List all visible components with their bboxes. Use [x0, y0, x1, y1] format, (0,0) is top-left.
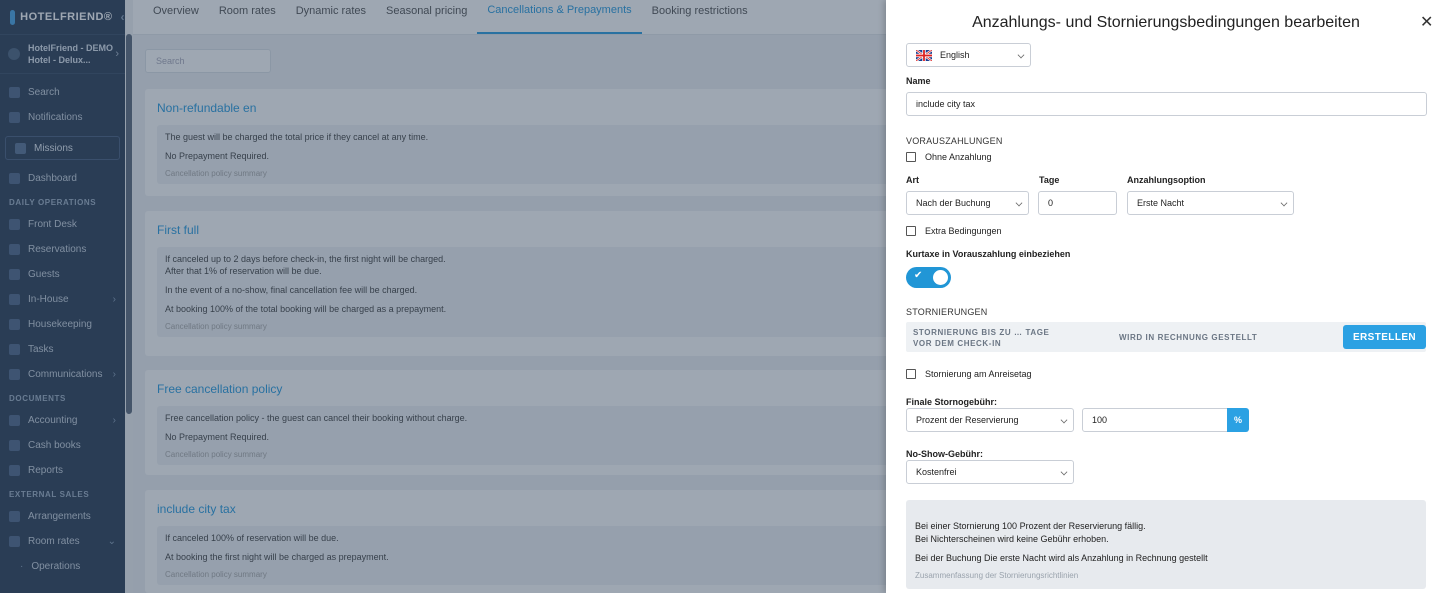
chevron-down-icon: [1015, 199, 1023, 207]
extra-conditions-checkbox-row[interactable]: Extra Bedingungen: [906, 226, 1002, 236]
art-label: Art: [906, 175, 919, 185]
days-input[interactable]: 0: [1038, 191, 1117, 215]
deposit-option-select[interactable]: Erste Nacht: [1127, 191, 1294, 215]
close-icon[interactable]: ✕: [1420, 12, 1433, 32]
final-fee-label: Finale Stornogebühr:: [906, 397, 997, 407]
modal-backdrop[interactable]: [0, 0, 886, 593]
arrival-day-label: Stornierung am Anreisetag: [925, 369, 1032, 379]
chevron-down-icon: [1280, 199, 1288, 207]
city-tax-toggle[interactable]: ✔: [906, 267, 951, 288]
summary-line: Bei einer Stornierung 100 Prozent der Re…: [915, 521, 1146, 531]
final-fee-type-value: Prozent der Reservierung: [916, 415, 1019, 425]
deposit-option-value: Erste Nacht: [1137, 198, 1185, 208]
final-fee-type-select[interactable]: Prozent der Reservierung: [906, 408, 1074, 432]
no-deposit-label: Ohne Anzahlung: [925, 152, 992, 162]
create-button[interactable]: ERSTELLEN: [1343, 325, 1426, 349]
summary-line: Bei Nichterscheinen wird keine Gebühr er…: [915, 534, 1109, 544]
check-icon: ✔: [914, 270, 923, 281]
final-fee-value-input[interactable]: 100: [1082, 408, 1229, 432]
uk-flag-icon: [916, 49, 932, 61]
summary-footer: Zusammenfassung der Stornierungsrichtlin…: [915, 571, 1079, 580]
extra-conditions-checkbox[interactable]: [906, 226, 916, 236]
prepayments-section-title: VORAUSZAHLUNGEN: [906, 136, 1003, 146]
column-header-charged: WIRD IN RECHNUNG GESTELLT: [1119, 333, 1258, 342]
language-value: English: [940, 50, 970, 60]
arrival-day-checkbox-row[interactable]: Stornierung am Anreisetag: [906, 369, 1032, 379]
language-select[interactable]: English: [906, 43, 1031, 67]
prepayment-type-value: Nach der Buchung: [916, 198, 991, 208]
chevron-down-icon: [1060, 416, 1068, 424]
toggle-knob: [933, 270, 948, 285]
summary-line: Bei der Buchung Die erste Nacht wird als…: [915, 553, 1208, 563]
name-label: Name: [906, 76, 931, 86]
prepayment-type-select[interactable]: Nach der Buchung: [906, 191, 1029, 215]
name-input[interactable]: include city tax: [906, 92, 1427, 116]
tage-label: Tage: [1039, 175, 1060, 185]
chevron-down-icon: [1017, 51, 1025, 59]
no-show-fee-select[interactable]: Kostenfrei: [906, 460, 1074, 484]
chevron-down-icon: [1060, 468, 1068, 476]
column-header-days: STORNIERUNG BIS ZU … TAGE VOR DEM CHECK-…: [913, 328, 1050, 348]
policy-summary-box: Bei einer Stornierung 100 Prozent der Re…: [906, 500, 1426, 589]
arrival-day-checkbox[interactable]: [906, 369, 916, 379]
no-show-fee-label: No-Show-Gebühr:: [906, 449, 983, 459]
percent-unit-button[interactable]: %: [1227, 408, 1249, 432]
edit-policy-drawer: Anzahlungs- und Stornierungsbedingungen …: [886, 0, 1440, 593]
extra-conditions-label: Extra Bedingungen: [925, 226, 1002, 236]
no-deposit-checkbox-row[interactable]: Ohne Anzahlung: [906, 152, 992, 162]
no-show-fee-value: Kostenfrei: [916, 467, 957, 477]
cancellations-section-title: STORNIERUNGEN: [906, 307, 988, 317]
deposit-option-label: Anzahlungsoption: [1127, 175, 1206, 185]
no-deposit-checkbox[interactable]: [906, 152, 916, 162]
city-tax-label: Kurtaxe in Vorauszahlung einbeziehen: [906, 249, 1071, 259]
drawer-title: Anzahlungs- und Stornierungsbedingungen …: [972, 14, 1360, 31]
